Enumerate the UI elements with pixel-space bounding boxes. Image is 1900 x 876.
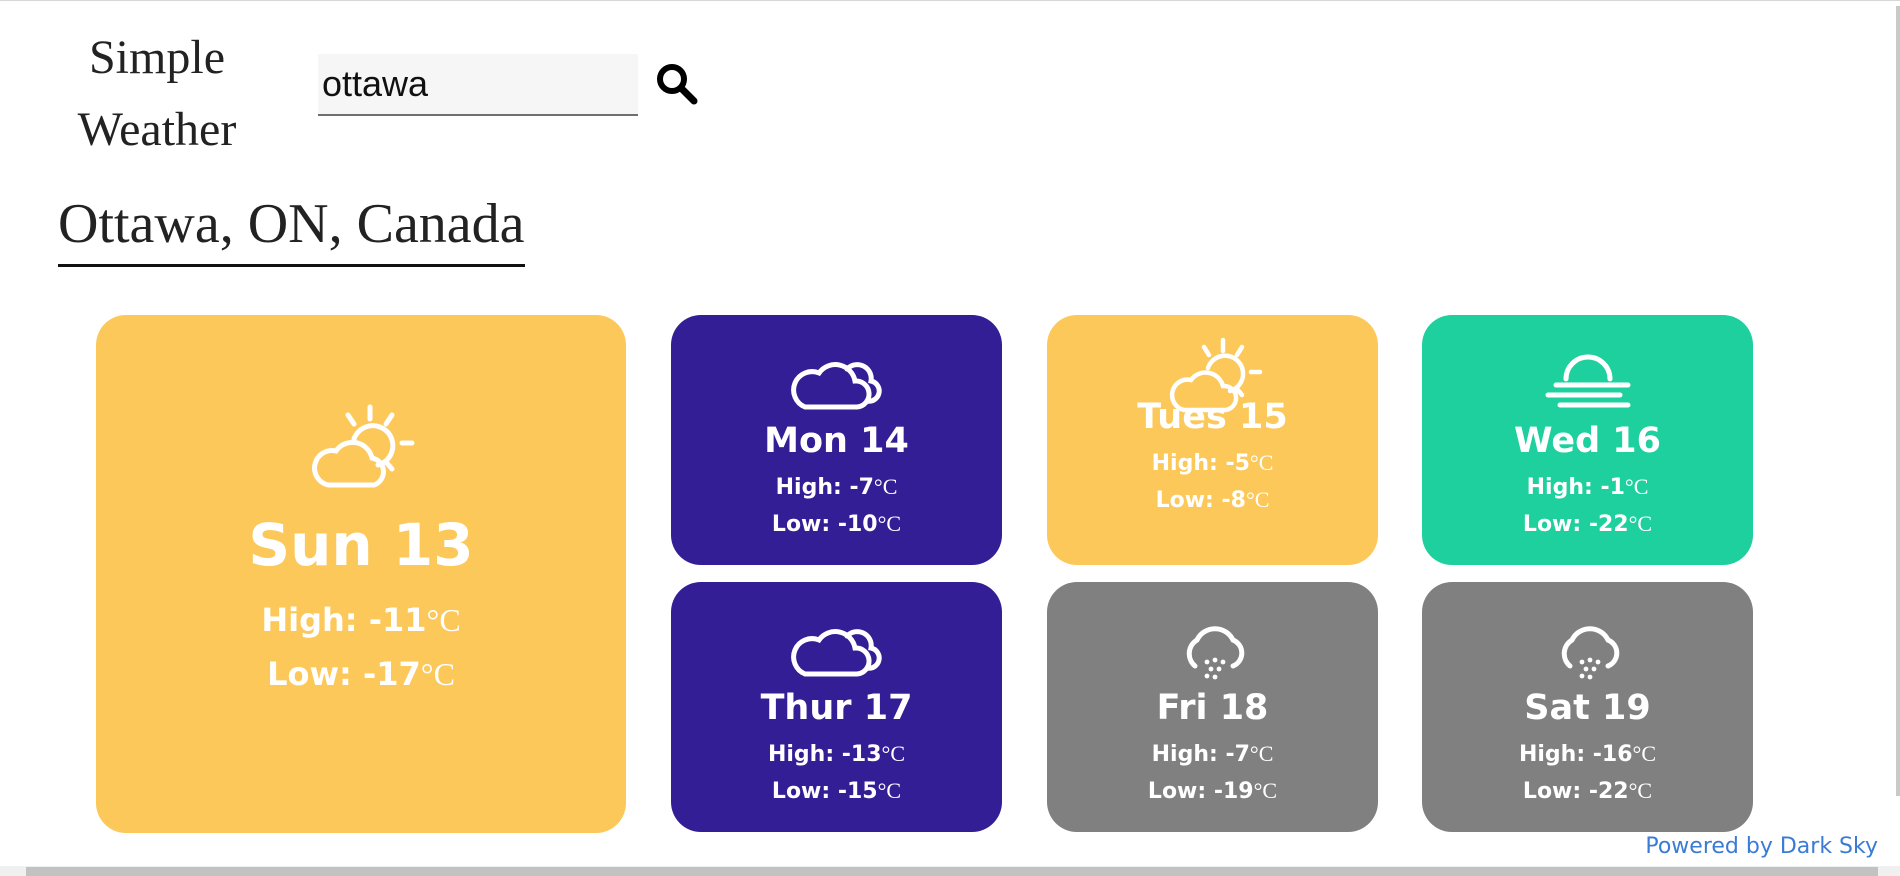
forecast-day: Thur 17 [760,688,913,728]
partly-cloudy-day-icon [312,404,415,488]
forecast-low-value: Low: -10 [771,512,878,537]
forecast-low: Low: -17°C [96,647,626,701]
forecast-day: Sun 13 [248,511,474,579]
forecast-high: High: -16°C [1422,736,1753,773]
fog-icon [1545,354,1630,408]
forecast-high-value: High: -7 [775,475,874,500]
forecast-day: Mon 14 [764,421,909,461]
forecast-low: Low: -19°C [1047,773,1378,810]
forecast-high-value: High: -7 [1151,742,1250,767]
horizontal-scrollbar-thumb[interactable] [26,867,1878,876]
snow-icon [1561,626,1619,680]
temp-unit: °C [1249,450,1274,475]
forecast-high-value: High: -16 [1518,742,1633,767]
temp-unit: °C [1632,741,1657,766]
forecast-day: Fri 18 [1156,688,1269,728]
cloudy-icon [790,362,882,410]
temp-unit: °C [420,656,455,692]
search-icon [657,63,698,104]
forecast-low: Low: -8°C [1047,482,1378,519]
forecast-high: High: -13°C [671,736,1002,773]
cloudy-icon [790,629,882,677]
forecast-low-value: Low: -19 [1147,779,1254,804]
forecast-day: Wed 16 [1513,421,1662,461]
forecast-card-thur: Thur 17 High: -13°C Low: -15°C [671,582,1002,832]
forecast-high: High: -11°C [96,593,626,647]
forecast-high-value: High: -5 [1151,451,1250,476]
brand-title: Simple Weather [62,22,252,166]
temp-unit: °C [426,602,461,638]
forecast-high-value: High: -13 [767,742,882,767]
temp-unit: °C [1628,778,1653,803]
forecast-low-value: Low: -22 [1522,512,1629,537]
vertical-scrollbar[interactable] [1896,6,1900,796]
temp-unit: °C [1624,474,1649,499]
brand-line-1: Simple [88,31,225,84]
temp-unit: °C [1253,778,1278,803]
forecast-low-value: Low: -8 [1155,488,1246,513]
forecast-high: High: -7°C [1047,736,1378,773]
powered-by-link[interactable]: Powered by Dark Sky [1645,834,1878,859]
top-border [0,0,1900,1]
forecast-card-fri: Fri 18 High: -7°C Low: -19°C [1047,582,1378,832]
search-input[interactable] [318,54,638,116]
forecast-low-value: Low: -22 [1522,779,1629,804]
forecast-card-wed: Wed 16 High: -1°C Low: -22°C [1422,315,1753,565]
temp-unit: °C [873,474,898,499]
forecast-day: Sat 19 [1524,688,1651,728]
forecast-low-value: Low: -15 [771,779,878,804]
brand-line-2: Weather [77,103,237,156]
forecast-low: Low: -22°C [1422,506,1753,543]
forecast-card-tues: Tues 15 High: -5°C Low: -8°C [1047,315,1378,565]
forecast-card-mon: Mon 14 High: -7°C Low: -10°C [671,315,1002,565]
temp-unit: °C [881,741,906,766]
forecast-low: Low: -15°C [671,773,1002,810]
forecast-low-value: Low: -17 [267,655,421,693]
forecast-low: Low: -10°C [671,506,1002,543]
search-button[interactable] [652,58,702,112]
snow-icon [1186,626,1244,680]
search-bar [318,54,638,116]
forecast-high-value: High: -1 [1526,475,1625,500]
forecast-high: High: -1°C [1422,469,1753,506]
forecast-high: High: -5°C [1047,445,1378,482]
temp-unit: °C [877,778,902,803]
temp-unit: °C [1249,741,1274,766]
temp-unit: °C [877,511,902,536]
forecast-high: High: -7°C [671,469,1002,506]
forecast-low: Low: -22°C [1422,773,1753,810]
forecast-day: Tues 15 [1137,397,1288,437]
temp-unit: °C [1245,487,1270,512]
forecast-high-value: High: -11 [261,601,427,639]
forecast-card-today: Sun 13 High: -11°C Low: -17°C [96,315,626,833]
forecast-card-sat: Sat 19 High: -16°C Low: -22°C [1422,582,1753,832]
location-heading: Ottawa, ON, Canada [58,188,525,267]
temp-unit: °C [1628,511,1653,536]
